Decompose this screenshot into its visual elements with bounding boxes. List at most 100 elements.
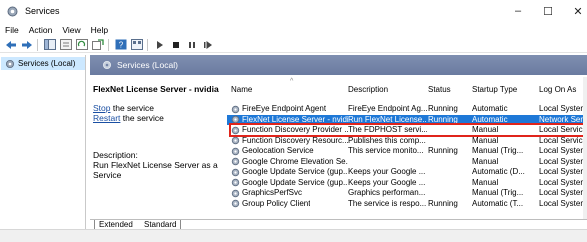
service-gear-icon <box>231 179 240 187</box>
service-startup-type: Automatic (T... <box>472 198 524 208</box>
service-description: FireEye Endpoint Ag... <box>348 104 427 113</box>
toolbar-separator <box>108 38 109 51</box>
table-row[interactable]: FireEye Endpoint Agent FireEye Endpoint A… <box>227 104 587 115</box>
table-row[interactable]: Google Update Service (gup... Keeps your … <box>227 178 587 189</box>
service-name: Group Policy Client <box>242 198 311 208</box>
stop-service-link[interactable]: Stop <box>93 103 111 113</box>
minimize-button[interactable]: – <box>503 0 533 22</box>
menu-help[interactable]: Help <box>91 25 108 35</box>
toolbar: ? <box>0 37 587 53</box>
service-description: This service monito... <box>348 146 424 155</box>
table-row[interactable]: Group Policy Client The service is respo.… <box>227 199 587 210</box>
service-gear-icon <box>231 168 240 176</box>
stop-service-line: Stop the service <box>93 103 154 113</box>
service-startup-type: Manual (Trig... <box>472 188 524 197</box>
sort-ascending-icon: ^ <box>290 78 294 85</box>
service-name: FireEye Endpoint Agent <box>242 104 327 113</box>
service-description: The service is respo... <box>348 198 427 208</box>
service-logon-as: Local Service <box>539 135 587 145</box>
description-text: Run FlexNet License Server as a Service <box>93 160 218 180</box>
service-name-cell: FireEye Endpoint Agent <box>231 104 348 115</box>
service-name-cell: Group Policy Client <box>231 199 348 210</box>
service-gear-icon <box>231 147 240 155</box>
service-startup-type: Automatic <box>472 104 508 113</box>
menu-bar: File Action View Help <box>0 22 587 37</box>
service-name-cell: GraphicsPerfSvc <box>231 188 348 199</box>
pause-icon[interactable] <box>185 38 199 52</box>
service-description: Graphics performan... <box>348 188 426 197</box>
window-title: Services <box>25 6 60 16</box>
properties-icon[interactable] <box>59 38 73 52</box>
selected-service-name: FlexNet License Server - nvidia <box>93 84 219 94</box>
restart-service-line: Restart the service <box>93 113 164 123</box>
description-label: Description: <box>93 150 138 160</box>
service-name-cell: Google Update Service (gup... <box>231 167 348 178</box>
status-bar <box>0 229 587 242</box>
service-description: Publishes this comp... <box>348 135 426 145</box>
service-name-cell: Google Chrome Elevation Se... <box>231 157 348 168</box>
service-name: Function Discovery Resourc... <box>242 135 348 145</box>
play-icon[interactable] <box>153 38 167 52</box>
menu-view[interactable]: View <box>62 25 80 35</box>
column-header-name[interactable]: Name <box>231 85 252 97</box>
column-header-startup-label: Startup Type <box>472 85 518 94</box>
table-row[interactable]: Google Update Service (gup... Keeps your … <box>227 167 587 178</box>
service-gear-icon <box>231 137 240 145</box>
panel-header: Services (Local) <box>90 55 587 75</box>
column-header-status[interactable]: Status <box>428 85 451 97</box>
column-header-status-label: Status <box>428 85 451 94</box>
restart-icon[interactable] <box>201 38 215 52</box>
column-header-description[interactable]: Description <box>348 85 388 97</box>
console-tree-icon[interactable] <box>43 38 57 52</box>
service-logon-as: Local System <box>539 177 587 187</box>
export-icon[interactable] <box>91 38 105 52</box>
restart-service-link[interactable]: Restart <box>93 113 120 123</box>
service-name: Google Update Service (gup... <box>242 167 348 176</box>
table-row[interactable]: Function Discovery Resourc... Publishes t… <box>227 136 587 147</box>
maximize-button[interactable]: ☐ <box>533 0 563 22</box>
back-arrow-icon[interactable] <box>4 38 18 52</box>
service-startup-type: Manual <box>472 135 499 145</box>
help-icon[interactable]: ? <box>114 38 128 52</box>
services-gear-icon <box>6 59 14 68</box>
tree-item-services-local[interactable]: Services (Local) <box>1 57 85 70</box>
table-row[interactable]: GraphicsPerfSvc Graphics performan... Manu… <box>227 188 587 199</box>
vertical-scrollbar[interactable] <box>583 77 587 219</box>
services-panel: Services (Local) FlexNet License Server … <box>90 55 587 231</box>
view-icon[interactable] <box>130 38 144 52</box>
service-description: Keeps your Google ... <box>348 177 426 187</box>
service-gear-icon <box>231 200 240 208</box>
column-header-startup-type[interactable]: Startup Type <box>472 85 517 97</box>
service-name-cell: Google Update Service (gup... <box>231 178 348 189</box>
close-button[interactable]: ✕ <box>563 0 587 22</box>
service-status: Running <box>428 146 458 155</box>
service-logon-as: Local System <box>539 167 587 176</box>
service-startup-type: Manual (Trig... <box>472 146 524 155</box>
column-header-log-on-as[interactable]: Log On As <box>539 85 576 97</box>
service-startup-type: Manual <box>472 177 499 187</box>
service-gear-icon <box>231 189 240 197</box>
service-name: Geolocation Service <box>242 146 314 155</box>
service-status: Running <box>428 198 458 208</box>
table-row[interactable]: Google Chrome Elevation Se... Manual Local… <box>227 157 587 168</box>
title-bar: Services – ☐ ✕ <box>0 0 587 22</box>
service-detail-pane: FlexNet License Server - nvidia Stop the… <box>90 75 228 225</box>
menu-file[interactable]: File <box>5 25 19 35</box>
service-gear-icon <box>231 105 240 113</box>
services-gear-icon <box>7 6 18 16</box>
service-startup-type: Manual <box>472 156 499 166</box>
service-description: Keeps your Google ... <box>348 167 426 176</box>
column-header-name-label: Name <box>231 85 253 94</box>
forward-arrow-icon[interactable] <box>20 38 34 52</box>
console-tree: Services (Local) <box>0 55 86 229</box>
service-logon-as: Local System <box>539 146 587 155</box>
services-list: Name ^ Description Status Startup Type L… <box>227 75 587 217</box>
service-gear-icon <box>231 158 240 166</box>
refresh-icon[interactable] <box>75 38 89 52</box>
service-name-cell: Function Discovery Resourc... <box>231 136 348 147</box>
service-name: Google Update Service (gup... <box>242 177 348 187</box>
toolbar-separator <box>147 38 148 51</box>
table-row[interactable]: Geolocation Service This service monito..… <box>227 146 587 157</box>
menu-action[interactable]: Action <box>29 25 53 35</box>
stop-icon[interactable] <box>169 38 183 52</box>
